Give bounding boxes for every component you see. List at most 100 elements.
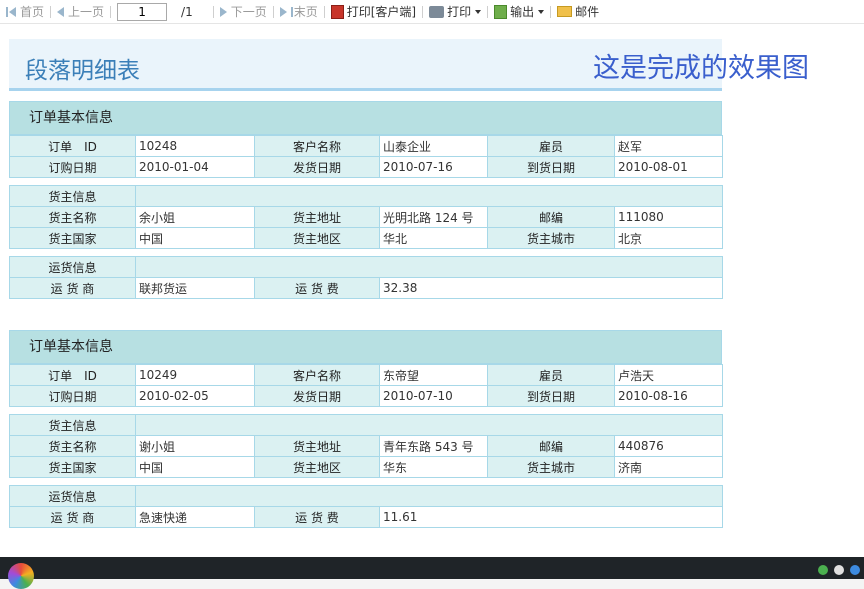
toolbar-divider — [110, 5, 112, 18]
carrier-value: 联邦货运 — [135, 277, 255, 299]
ship-date-value: 2010-07-16 — [379, 156, 488, 178]
pdf-print-icon — [330, 4, 344, 19]
employee-value: 赵军 — [614, 135, 723, 157]
table-row: 货主国家 中国 货主地区 华东 货主城市 济南 — [9, 456, 724, 478]
shipper-region-label: 货主地区 — [254, 227, 380, 249]
order-section-header: 订单基本信息 — [9, 101, 722, 135]
table-row: 货主信息 — [9, 185, 724, 207]
shipper-info-label: 货主信息 — [9, 185, 136, 207]
table-row: 货主名称 谢小姐 货主地址 青年东路 543 号 邮编 440876 — [9, 435, 724, 457]
toolbar-divider — [422, 5, 424, 18]
tray-status-icon[interactable] — [818, 565, 828, 575]
freight-value: 11.61 — [378, 506, 724, 528]
page-number-input[interactable] — [117, 2, 168, 21]
shipper-name-value: 谢小姐 — [135, 435, 255, 457]
app-launcher-icon[interactable] — [8, 563, 34, 589]
postcode-label: 邮编 — [487, 206, 615, 228]
shipper-name-label: 货主名称 — [9, 206, 136, 228]
order-section-header: 订单基本信息 — [9, 330, 722, 364]
next-page-label: 下一页 — [230, 5, 267, 19]
shipper-name-value: 余小姐 — [135, 206, 255, 228]
arrive-date-value: 2010-08-01 — [614, 156, 723, 178]
last-page-button[interactable]: 末页 — [276, 1, 322, 23]
table-row: 订单 ID 10249 客户名称 东帝望 雇员 卢浩天 — [9, 364, 723, 386]
freight-info-label: 运货信息 — [9, 256, 136, 278]
shipper-addr-label: 货主地址 — [254, 206, 380, 228]
order-date-value: 2010-02-05 — [135, 385, 255, 407]
tray-app-icon[interactable] — [834, 565, 844, 575]
employee-value: 卢浩天 — [614, 364, 723, 386]
ship-date-value: 2010-07-10 — [379, 385, 488, 407]
shipper-info-filler — [134, 185, 724, 207]
shipper-region-label: 货主地区 — [254, 456, 380, 478]
mail-label: 邮件 — [575, 5, 600, 19]
carrier-value: 急速快递 — [135, 506, 255, 528]
freight-label: 运 货 费 — [254, 277, 380, 299]
last-page-label: 末页 — [293, 5, 318, 19]
prev-page-button[interactable]: 上一页 — [53, 1, 108, 23]
shipper-country-label: 货主国家 — [9, 456, 136, 478]
carrier-label: 运 货 商 — [9, 277, 136, 299]
print-client-label: 打印[客户端] — [346, 5, 417, 19]
shipper-info-table: 货主信息 货主名称 谢小姐 货主地址 青年东路 543 号 邮编 440876 … — [9, 414, 724, 478]
postcode-value: 440876 — [613, 435, 724, 457]
mail-button[interactable]: 邮件 — [553, 1, 603, 23]
shipper-addr-label: 货主地址 — [254, 435, 380, 457]
first-page-button[interactable]: 首页 — [2, 1, 48, 23]
freight-info-filler — [134, 256, 724, 278]
toolbar-divider — [272, 5, 274, 18]
order-id-value: 10249 — [135, 364, 255, 386]
order-block: 订单基本信息 订单 ID 10249 客户名称 东帝望 雇员 卢浩天 订购日期 … — [9, 330, 724, 528]
table-row: 运货信息 — [9, 485, 724, 507]
table-row: 运 货 商 联邦货运 运 货 费 32.38 — [9, 277, 724, 299]
arrive-date-value: 2010-08-16 — [614, 385, 723, 407]
freight-info-table: 运货信息 运 货 商 急速快递 运 货 费 11.61 — [9, 485, 724, 528]
print-button[interactable]: 打印 — [425, 1, 485, 23]
export-button[interactable]: 输出 — [490, 1, 548, 23]
prev-page-icon — [57, 6, 65, 17]
tray-network-icon[interactable] — [850, 565, 860, 575]
print-label: 打印 — [447, 5, 472, 19]
ship-date-label: 发货日期 — [254, 156, 380, 178]
arrive-date-label: 到货日期 — [487, 156, 615, 178]
freight-value: 32.38 — [378, 277, 724, 299]
next-page-button[interactable]: 下一页 — [216, 1, 271, 23]
order-date-label: 订购日期 — [9, 385, 136, 407]
freight-info-filler — [134, 485, 724, 507]
table-row: 货主国家 中国 货主地区 华北 货主城市 北京 — [9, 227, 724, 249]
toolbar-divider — [550, 5, 552, 18]
shipper-region-value: 华北 — [379, 227, 488, 249]
employee-label: 雇员 — [487, 364, 615, 386]
table-row: 货主名称 余小姐 货主地址 光明北路 124 号 邮编 111080 — [9, 206, 724, 228]
toolbar-divider — [487, 5, 489, 18]
shipper-country-value: 中国 — [135, 456, 255, 478]
report-toolbar: 首页 上一页 /1 下一页 末页 打印[客户端] 打印 输出 邮件 — [0, 0, 864, 24]
toolbar-divider — [323, 5, 325, 18]
shipper-city-value: 济南 — [613, 456, 724, 478]
shipper-region-value: 华东 — [379, 456, 488, 478]
prev-page-label: 上一页 — [68, 5, 105, 19]
shipper-addr-value: 光明北路 124 号 — [379, 206, 488, 228]
freight-info-label: 运货信息 — [9, 485, 136, 507]
printer-icon — [429, 5, 445, 18]
system-tray — [818, 565, 860, 575]
next-page-icon — [219, 6, 227, 17]
customer-value: 山泰企业 — [379, 135, 488, 157]
freight-info-table: 运货信息 运 货 商 联邦货运 运 货 费 32.38 — [9, 256, 724, 299]
toolbar-divider — [50, 5, 52, 18]
order-id-value: 10248 — [135, 135, 255, 157]
order-block: 订单基本信息 订单 ID 10248 客户名称 山泰企业 雇员 赵军 订购日期 … — [9, 101, 724, 299]
customer-value: 东帝望 — [379, 364, 488, 386]
order-info-table: 订单 ID 10249 客户名称 东帝望 雇员 卢浩天 订购日期 2010-02… — [9, 364, 723, 407]
chevron-down-icon — [475, 9, 482, 14]
shipper-city-label: 货主城市 — [487, 227, 615, 249]
report-title: 段落明细表 — [25, 58, 140, 84]
print-client-button[interactable]: 打印[客户端] — [327, 1, 420, 23]
employee-label: 雇员 — [487, 135, 615, 157]
shipper-city-value: 北京 — [613, 227, 724, 249]
order-date-value: 2010-01-04 — [135, 156, 255, 178]
export-label: 输出 — [510, 5, 535, 19]
order-date-label: 订购日期 — [9, 156, 136, 178]
last-page-icon — [279, 6, 287, 17]
arrive-date-label: 到货日期 — [487, 385, 615, 407]
